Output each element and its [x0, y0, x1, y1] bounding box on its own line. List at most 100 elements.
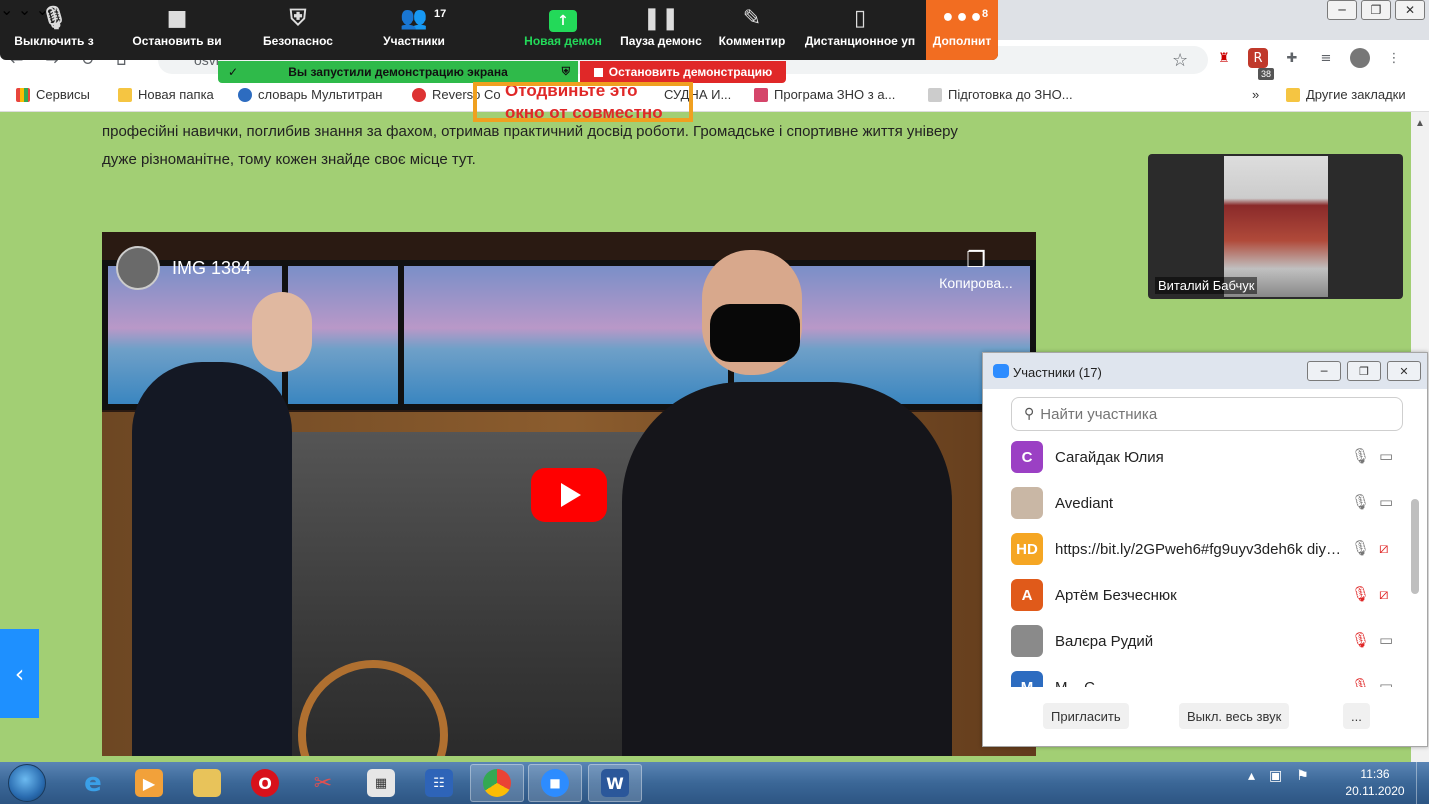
microphone-muted-icon[interactable]: 🎙	[1351, 631, 1370, 649]
participant-row[interactable]: Валєра Рудий 🎙 ▭	[983, 623, 1409, 669]
remote-control-button[interactable]: ▯ Дистанционное уп	[800, 0, 920, 60]
sharing-status-banner: ✓ Вы запустили демонстрацию экрана ⛨	[218, 61, 578, 83]
microphone-muted-icon[interactable]: 🎙	[1351, 677, 1370, 687]
action-center-icon[interactable]: ⚑	[1296, 768, 1309, 784]
chrome-icon	[483, 769, 511, 797]
participant-avatar: M	[1011, 671, 1043, 687]
close-icon[interactable]: ✕	[1395, 0, 1425, 20]
search-input[interactable]	[1040, 405, 1381, 423]
restore-icon[interactable]: ❐	[1361, 0, 1391, 20]
copy-link-button[interactable]: ❐ Копирова...	[926, 248, 1026, 291]
hint-line: окно от совместно	[505, 103, 663, 122]
participant-name: https://bit.ly/2GPweh6#fg9uyv3deh6k diy2…	[1055, 541, 1345, 558]
video-title[interactable]: IMG 1384	[172, 258, 251, 279]
show-desktop-button[interactable]	[1416, 762, 1429, 804]
video-scene-head	[252, 292, 312, 372]
bookmark-other[interactable]: Другие закладки	[1286, 87, 1406, 102]
copy-link-label: Копирова...	[939, 275, 1013, 291]
minimize-icon[interactable]: ─	[1327, 0, 1357, 20]
media-control-icon[interactable]: ≡	[1316, 48, 1336, 68]
puzzle-icon[interactable]: ✚	[1282, 48, 1302, 68]
bookmark-zno-program[interactable]: Програма ЗНО з а...	[754, 87, 895, 102]
invite-button[interactable]: Пригласить	[1043, 703, 1129, 729]
participant-row[interactable]: C Сагайдак Юлия 🎙 ▭	[983, 439, 1409, 485]
bookmark-folder[interactable]: Новая папка	[118, 87, 214, 102]
participant-row[interactable]: HD https://bit.ly/2GPweh6#fg9uyv3deh6k d…	[983, 531, 1409, 577]
window-controls: ─ ❐ ✕	[1327, 0, 1425, 20]
carousel-prev-button[interactable]: ‹	[0, 629, 39, 718]
video-camera-icon[interactable]: ▭	[1379, 493, 1393, 511]
youtube-video-embed[interactable]: IMG 1384 ❐ Копирова...	[102, 232, 1036, 756]
microphone-icon[interactable]: 🎙	[1351, 447, 1370, 465]
microphone-muted-icon[interactable]: 🎙	[1351, 585, 1370, 603]
participant-row[interactable]: А Артём Безчеснюк 🎙 ⧄	[983, 577, 1409, 623]
panel-titlebar[interactable]: Участники (17) ─ ❐ ✕	[983, 353, 1427, 389]
extension-badge-icon[interactable]: R	[1248, 48, 1268, 68]
taskbar-zoom[interactable]: ■	[528, 764, 582, 802]
bookmark-label: Підготовка до ЗНО...	[948, 87, 1073, 102]
play-button[interactable]	[531, 468, 607, 522]
participant-avatar: C	[1011, 441, 1043, 473]
control-panel-icon: ☷	[425, 769, 453, 797]
stop-video-button[interactable]: ■ Остановить ви	[128, 0, 226, 60]
start-button[interactable]	[8, 764, 46, 802]
book-icon	[928, 87, 942, 102]
restore-icon[interactable]: ❐	[1347, 361, 1381, 381]
pause-share-button[interactable]: ❚❚ Пауза демонс	[614, 0, 708, 60]
scrollbar-thumb[interactable]	[1411, 499, 1419, 594]
stop-share-button[interactable]: Остановить демонстрацию	[580, 61, 786, 83]
taskbar-word[interactable]: W	[588, 764, 642, 802]
video-camera-off-icon[interactable]: ⧄	[1379, 585, 1389, 603]
video-thumbnail-window[interactable]: Виталий Бабчук	[1148, 154, 1403, 299]
video-camera-icon[interactable]: ▭	[1379, 677, 1393, 687]
security-button[interactable]: ⛨ Безопаснос	[258, 0, 338, 60]
profile-avatar[interactable]	[1350, 48, 1370, 68]
bookmark-zno-prep[interactable]: Підготовка до ЗНО...	[928, 87, 1073, 102]
participant-video-feed	[1224, 156, 1328, 297]
taskbar-calculator[interactable]: ▦	[354, 764, 408, 802]
bookmark-label: Програма ЗНО з а...	[774, 87, 896, 102]
video-camera-icon[interactable]: ▭	[1379, 631, 1393, 649]
taskbar-chrome[interactable]	[470, 764, 524, 802]
search-icon: ⚲	[1024, 406, 1035, 422]
remote-control-label: Дистанционное уп	[804, 34, 916, 48]
taskbar-explorer[interactable]	[180, 764, 234, 802]
bookmarks-overflow-button[interactable]: »	[1252, 87, 1259, 102]
extension-red-icon[interactable]: ♜	[1214, 48, 1234, 68]
more-options-button[interactable]: ...	[1343, 703, 1370, 729]
mute-all-button[interactable]: Выкл. весь звук	[1179, 703, 1290, 729]
menu-kebab-icon[interactable]: ⋮	[1384, 48, 1404, 68]
bookmark-multitran[interactable]: словарь Мультитран	[238, 87, 382, 102]
microphone-icon[interactable]: 🎙	[1351, 493, 1370, 511]
panel-title: Участники (17)	[1013, 365, 1102, 380]
new-share-button[interactable]: ↑ Новая демон	[518, 0, 608, 60]
taskbar-clock[interactable]: 11:36 20.11.2020	[1338, 766, 1412, 800]
paragraph-line: дуже різноманітне, тому кожен знайде сво…	[102, 151, 476, 168]
participant-row[interactable]: M М... С... 🎙 ▭	[983, 669, 1409, 687]
video-camera-icon[interactable]: ▭	[1379, 447, 1393, 465]
scroll-up-icon[interactable]: ▲	[1415, 118, 1425, 129]
minimize-icon[interactable]: ─	[1307, 361, 1341, 381]
bookmark-star-icon[interactable]: ☆	[1172, 50, 1188, 71]
taskbar-opera[interactable]: O	[238, 764, 292, 802]
participants-scrollbar[interactable]	[1411, 439, 1419, 687]
microphone-icon[interactable]: 🎙	[1351, 539, 1370, 557]
taskbar-control-panel[interactable]: ☷	[412, 764, 466, 802]
mute-button[interactable]: 🎙 Выключить з	[6, 0, 102, 60]
close-icon[interactable]: ✕	[1387, 361, 1421, 381]
taskbar-media-player[interactable]: ▶	[122, 764, 176, 802]
clock-time: 11:36	[1360, 767, 1390, 781]
bookmark-label: Другие закладки	[1306, 87, 1406, 102]
taskbar-snipping-tool[interactable]: ✂	[296, 764, 350, 802]
video-camera-off-icon[interactable]: ⧄	[1379, 539, 1389, 557]
channel-avatar[interactable]	[116, 246, 160, 290]
bookmark-apps[interactable]: Сервисы	[16, 87, 90, 102]
mouse-icon: ▯	[853, 6, 867, 31]
taskbar-internet-explorer[interactable]: e	[66, 764, 120, 802]
network-icon[interactable]: ▣	[1269, 768, 1282, 784]
annotate-button[interactable]: ✎ Комментир	[714, 0, 790, 60]
tray-expand-icon[interactable]: ▴	[1248, 768, 1255, 784]
participant-row[interactable]: Avediant 🎙 ▭	[983, 485, 1409, 531]
stop-video-label: Остановить ви	[132, 34, 222, 48]
participant-search[interactable]: ⚲	[1011, 397, 1403, 431]
